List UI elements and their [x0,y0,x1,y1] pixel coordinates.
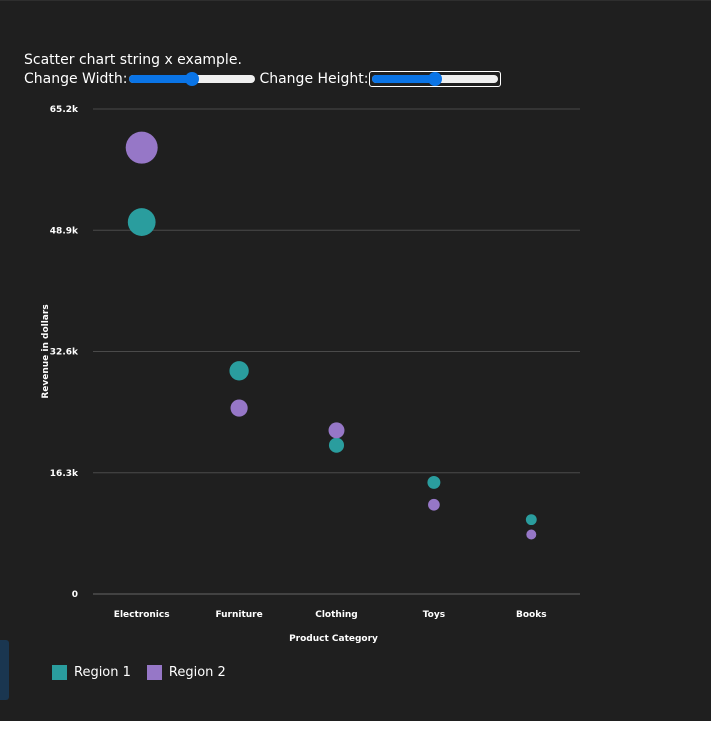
legend-item-region-1[interactable]: Region 1 [52,665,131,680]
y-tick-label: 32.6k [50,348,79,358]
legend-label: Region 1 [74,665,131,680]
data-point-region-1 [127,208,156,236]
legend-swatch [52,665,67,680]
legend-item-region-2[interactable]: Region 2 [146,665,226,680]
data-point-region-1 [328,437,345,453]
data-point-region-2 [125,131,158,164]
y-tick-label: 0 [72,590,78,600]
chart-legend: Region 1 Region 2 [52,665,242,680]
data-point-region-2 [230,399,248,417]
data-point-region-1 [525,514,537,526]
data-point-region-2 [328,422,345,439]
x-tick-label: Books [516,610,547,620]
x-tick-label: Electronics [114,610,170,620]
y-tick-label: 16.3k [50,469,79,479]
y-tick-label: 65.2k [50,105,79,115]
y-axis-title: Revenue in dollars [41,304,51,398]
x-tick-label: Furniture [215,610,262,620]
data-point-region-2 [428,498,440,511]
x-tick-label: Clothing [315,610,358,620]
legend-swatch [146,665,162,680]
data-point-region-1 [229,361,249,381]
scatter-chart: 0 16.3k 32.6k 48.9k 65.2k Electronics Furnitur… [41,105,580,644]
data-point-region-2 [526,529,537,540]
data-point-region-1 [427,475,441,489]
x-tick-label: Toys [423,610,445,620]
side-panel-tab[interactable] [0,640,9,700]
y-tick-label: 48.9k [50,226,79,236]
x-axis-title: Product Category [289,634,378,644]
legend-label: Region 2 [168,665,226,680]
